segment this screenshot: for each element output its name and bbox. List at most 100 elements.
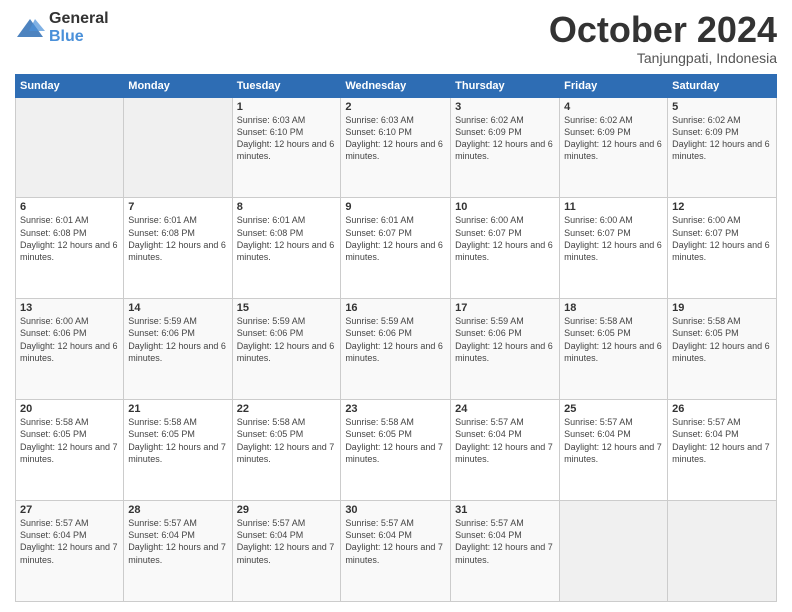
calendar-cell: 16Sunrise: 5:59 AM Sunset: 6:06 PM Dayli… — [341, 299, 451, 400]
calendar-cell: 19Sunrise: 5:58 AM Sunset: 6:05 PM Dayli… — [668, 299, 777, 400]
calendar-cell — [124, 97, 232, 198]
calendar-week-row: 6Sunrise: 6:01 AM Sunset: 6:08 PM Daylig… — [16, 198, 777, 299]
day-info: Sunrise: 6:02 AM Sunset: 6:09 PM Dayligh… — [564, 114, 663, 163]
day-number: 8 — [237, 201, 337, 213]
calendar-cell: 1Sunrise: 6:03 AM Sunset: 6:10 PM Daylig… — [232, 97, 341, 198]
day-info: Sunrise: 5:58 AM Sunset: 6:05 PM Dayligh… — [128, 416, 227, 465]
day-number: 11 — [564, 201, 663, 213]
day-number: 1 — [237, 101, 337, 113]
logo-general: General — [49, 10, 109, 27]
day-info: Sunrise: 5:57 AM Sunset: 6:04 PM Dayligh… — [455, 517, 555, 566]
day-info: Sunrise: 5:58 AM Sunset: 6:05 PM Dayligh… — [345, 416, 446, 465]
day-number: 3 — [455, 101, 555, 113]
day-number: 17 — [455, 302, 555, 314]
logo-text: General Blue — [49, 10, 109, 46]
day-info: Sunrise: 5:57 AM Sunset: 6:04 PM Dayligh… — [237, 517, 337, 566]
calendar-cell: 25Sunrise: 5:57 AM Sunset: 6:04 PM Dayli… — [560, 400, 668, 501]
logo-icon — [15, 17, 45, 39]
day-info: Sunrise: 6:00 AM Sunset: 6:06 PM Dayligh… — [20, 315, 119, 364]
day-number: 20 — [20, 403, 119, 415]
day-number: 16 — [345, 302, 446, 314]
title-block: October 2024 Tanjungpati, Indonesia — [549, 10, 777, 66]
weekday-header: Sunday — [16, 74, 124, 97]
month-title: October 2024 — [549, 10, 777, 50]
day-info: Sunrise: 6:01 AM Sunset: 6:08 PM Dayligh… — [237, 214, 337, 263]
day-number: 5 — [672, 101, 772, 113]
calendar-cell: 2Sunrise: 6:03 AM Sunset: 6:10 PM Daylig… — [341, 97, 451, 198]
day-info: Sunrise: 6:01 AM Sunset: 6:07 PM Dayligh… — [345, 214, 446, 263]
day-number: 23 — [345, 403, 446, 415]
day-number: 13 — [20, 302, 119, 314]
day-info: Sunrise: 5:57 AM Sunset: 6:04 PM Dayligh… — [564, 416, 663, 465]
header: General Blue October 2024 Tanjungpati, I… — [15, 10, 777, 66]
day-info: Sunrise: 5:57 AM Sunset: 6:04 PM Dayligh… — [20, 517, 119, 566]
calendar-week-row: 20Sunrise: 5:58 AM Sunset: 6:05 PM Dayli… — [16, 400, 777, 501]
day-info: Sunrise: 5:57 AM Sunset: 6:04 PM Dayligh… — [455, 416, 555, 465]
day-number: 28 — [128, 504, 227, 516]
day-number: 30 — [345, 504, 446, 516]
calendar-cell: 30Sunrise: 5:57 AM Sunset: 6:04 PM Dayli… — [341, 501, 451, 602]
calendar-cell: 26Sunrise: 5:57 AM Sunset: 6:04 PM Dayli… — [668, 400, 777, 501]
day-number: 24 — [455, 403, 555, 415]
calendar-table: SundayMondayTuesdayWednesdayThursdayFrid… — [15, 74, 777, 602]
day-info: Sunrise: 5:59 AM Sunset: 6:06 PM Dayligh… — [128, 315, 227, 364]
day-info: Sunrise: 6:00 AM Sunset: 6:07 PM Dayligh… — [672, 214, 772, 263]
calendar-cell: 17Sunrise: 5:59 AM Sunset: 6:06 PM Dayli… — [451, 299, 560, 400]
day-info: Sunrise: 5:59 AM Sunset: 6:06 PM Dayligh… — [455, 315, 555, 364]
calendar-cell — [560, 501, 668, 602]
day-info: Sunrise: 5:58 AM Sunset: 6:05 PM Dayligh… — [237, 416, 337, 465]
day-info: Sunrise: 5:57 AM Sunset: 6:04 PM Dayligh… — [672, 416, 772, 465]
day-info: Sunrise: 5:57 AM Sunset: 6:04 PM Dayligh… — [345, 517, 446, 566]
weekday-header: Saturday — [668, 74, 777, 97]
day-number: 31 — [455, 504, 555, 516]
day-info: Sunrise: 5:58 AM Sunset: 6:05 PM Dayligh… — [672, 315, 772, 364]
day-info: Sunrise: 5:58 AM Sunset: 6:05 PM Dayligh… — [20, 416, 119, 465]
day-info: Sunrise: 6:03 AM Sunset: 6:10 PM Dayligh… — [345, 114, 446, 163]
day-info: Sunrise: 6:02 AM Sunset: 6:09 PM Dayligh… — [455, 114, 555, 163]
day-info: Sunrise: 6:01 AM Sunset: 6:08 PM Dayligh… — [128, 214, 227, 263]
logo: General Blue — [15, 10, 109, 46]
day-number: 15 — [237, 302, 337, 314]
calendar-cell: 14Sunrise: 5:59 AM Sunset: 6:06 PM Dayli… — [124, 299, 232, 400]
calendar-cell: 13Sunrise: 6:00 AM Sunset: 6:06 PM Dayli… — [16, 299, 124, 400]
calendar-body: 1Sunrise: 6:03 AM Sunset: 6:10 PM Daylig… — [16, 97, 777, 601]
calendar-week-row: 27Sunrise: 5:57 AM Sunset: 6:04 PM Dayli… — [16, 501, 777, 602]
weekday-header: Wednesday — [341, 74, 451, 97]
day-number: 29 — [237, 504, 337, 516]
calendar-cell: 18Sunrise: 5:58 AM Sunset: 6:05 PM Dayli… — [560, 299, 668, 400]
day-number: 27 — [20, 504, 119, 516]
calendar-cell: 31Sunrise: 5:57 AM Sunset: 6:04 PM Dayli… — [451, 501, 560, 602]
calendar-cell: 10Sunrise: 6:00 AM Sunset: 6:07 PM Dayli… — [451, 198, 560, 299]
calendar-cell: 22Sunrise: 5:58 AM Sunset: 6:05 PM Dayli… — [232, 400, 341, 501]
weekday-header: Friday — [560, 74, 668, 97]
day-info: Sunrise: 6:00 AM Sunset: 6:07 PM Dayligh… — [564, 214, 663, 263]
calendar-cell: 15Sunrise: 5:59 AM Sunset: 6:06 PM Dayli… — [232, 299, 341, 400]
day-info: Sunrise: 5:58 AM Sunset: 6:05 PM Dayligh… — [564, 315, 663, 364]
calendar-cell: 11Sunrise: 6:00 AM Sunset: 6:07 PM Dayli… — [560, 198, 668, 299]
day-info: Sunrise: 6:03 AM Sunset: 6:10 PM Dayligh… — [237, 114, 337, 163]
calendar-cell: 23Sunrise: 5:58 AM Sunset: 6:05 PM Dayli… — [341, 400, 451, 501]
calendar-cell: 29Sunrise: 5:57 AM Sunset: 6:04 PM Dayli… — [232, 501, 341, 602]
header-row: SundayMondayTuesdayWednesdayThursdayFrid… — [16, 74, 777, 97]
calendar-week-row: 13Sunrise: 6:00 AM Sunset: 6:06 PM Dayli… — [16, 299, 777, 400]
day-number: 10 — [455, 201, 555, 213]
day-number: 9 — [345, 201, 446, 213]
location: Tanjungpati, Indonesia — [549, 50, 777, 66]
calendar-cell: 4Sunrise: 6:02 AM Sunset: 6:09 PM Daylig… — [560, 97, 668, 198]
weekday-header: Tuesday — [232, 74, 341, 97]
day-info: Sunrise: 5:57 AM Sunset: 6:04 PM Dayligh… — [128, 517, 227, 566]
calendar-cell — [668, 501, 777, 602]
logo-blue: Blue — [49, 28, 84, 45]
day-number: 18 — [564, 302, 663, 314]
calendar-cell: 3Sunrise: 6:02 AM Sunset: 6:09 PM Daylig… — [451, 97, 560, 198]
calendar-cell: 8Sunrise: 6:01 AM Sunset: 6:08 PM Daylig… — [232, 198, 341, 299]
day-info: Sunrise: 6:00 AM Sunset: 6:07 PM Dayligh… — [455, 214, 555, 263]
day-number: 4 — [564, 101, 663, 113]
day-number: 2 — [345, 101, 446, 113]
calendar-cell: 5Sunrise: 6:02 AM Sunset: 6:09 PM Daylig… — [668, 97, 777, 198]
calendar-cell: 21Sunrise: 5:58 AM Sunset: 6:05 PM Dayli… — [124, 400, 232, 501]
calendar-cell: 6Sunrise: 6:01 AM Sunset: 6:08 PM Daylig… — [16, 198, 124, 299]
day-number: 22 — [237, 403, 337, 415]
weekday-header: Thursday — [451, 74, 560, 97]
calendar-cell: 12Sunrise: 6:00 AM Sunset: 6:07 PM Dayli… — [668, 198, 777, 299]
